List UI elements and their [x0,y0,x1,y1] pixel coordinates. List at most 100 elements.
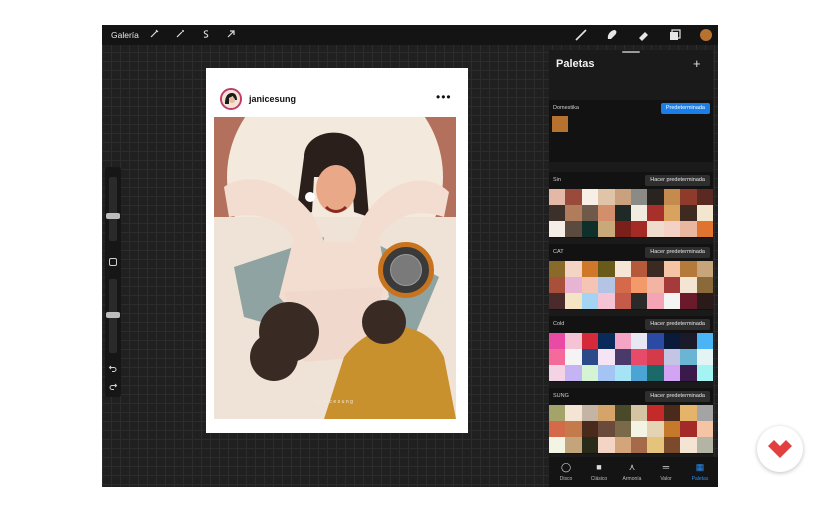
color-swatch[interactable] [549,421,566,437]
color-swatch[interactable] [614,205,631,221]
color-swatch[interactable] [663,205,681,221]
color-swatch[interactable] [581,189,599,205]
color-swatch[interactable] [696,277,713,293]
selection-icon[interactable] [200,29,212,41]
color-swatch[interactable] [614,221,631,237]
color-swatch[interactable] [614,293,631,309]
color-swatch[interactable] [565,405,582,421]
color-swatch[interactable] [647,421,664,437]
make-default-button[interactable]: Hacer predeterminada [645,175,710,186]
color-swatch[interactable] [630,421,648,437]
color-swatch[interactable] [581,277,599,293]
color-picker-inner[interactable] [390,254,422,286]
wrench-icon[interactable] [148,29,160,41]
palette-card[interactable]: SUNG Hacer predeterminada [549,388,713,454]
color-swatch[interactable] [663,261,681,277]
color-swatch[interactable] [647,365,664,381]
color-swatch[interactable] [647,221,664,237]
color-swatch[interactable] [565,421,582,437]
color-swatch[interactable] [581,293,599,309]
color-swatch[interactable] [630,437,648,453]
color-swatch[interactable] [549,293,566,309]
color-swatch[interactable] [581,365,599,381]
color-swatch[interactable] [614,333,631,349]
color-swatch[interactable] [663,277,681,293]
color-swatch[interactable] [647,437,664,453]
color-swatch[interactable] [549,349,566,365]
color-swatch[interactable] [647,205,664,221]
color-swatch[interactable] [680,205,697,221]
color-swatch[interactable] [663,349,681,365]
undo-icon[interactable] [108,363,118,373]
panel-grabber[interactable] [622,51,640,53]
color-swatch[interactable] [565,333,582,349]
color-swatch[interactable] [614,437,631,453]
color-swatch[interactable] [696,365,713,381]
color-swatch[interactable] [680,333,697,349]
color-swatch[interactable] [581,221,599,237]
color-swatch[interactable] [549,205,566,221]
color-swatch[interactable] [696,405,713,421]
color-swatch[interactable] [552,116,569,132]
color-swatch[interactable] [581,333,599,349]
color-swatch[interactable] [696,437,713,453]
smudge-icon[interactable] [605,28,619,42]
color-swatch[interactable] [647,277,664,293]
color-swatch[interactable] [565,365,582,381]
color-swatch[interactable] [549,437,566,453]
redo-icon[interactable] [108,381,118,391]
tab-clasico[interactable]: ■ Clásico [584,461,614,482]
color-swatch[interactable] [614,261,631,277]
tab-disco[interactable]: ◯ Disco [551,461,581,482]
eraser-icon[interactable] [637,28,651,42]
color-swatch[interactable] [630,365,648,381]
color-swatch[interactable] [598,365,615,381]
color-swatch[interactable] [598,437,615,453]
palette-card[interactable]: CAT Hacer predeterminada [549,244,713,310]
color-swatch[interactable] [549,277,566,293]
gallery-button[interactable]: Galería [111,30,139,40]
color-swatch[interactable] [549,261,566,277]
color-swatch[interactable] [696,205,713,221]
color-swatch[interactable] [647,189,664,205]
color-swatch[interactable] [663,189,681,205]
color-swatch[interactable] [630,221,648,237]
color-swatch[interactable] [696,333,713,349]
color-swatch[interactable] [680,277,697,293]
color-swatch[interactable] [565,293,582,309]
color-swatch[interactable] [680,437,697,453]
color-swatch[interactable] [598,221,615,237]
color-swatch[interactable] [614,189,631,205]
color-swatch[interactable] [565,205,582,221]
color-swatch[interactable] [598,421,615,437]
color-swatch[interactable] [614,277,631,293]
tab-valor[interactable]: ═ Valor [651,461,681,482]
add-palette-button[interactable]: + [693,56,701,71]
color-swatch[interactable] [680,421,697,437]
color-swatch[interactable] [581,205,599,221]
color-swatch[interactable] [647,333,664,349]
opacity-handle[interactable] [106,312,120,318]
color-swatch[interactable] [663,421,681,437]
color-swatch[interactable] [696,349,713,365]
color-picker-disc[interactable] [378,242,434,298]
color-swatch[interactable] [647,293,664,309]
color-swatch[interactable] [549,333,566,349]
color-swatch[interactable] [614,405,631,421]
color-swatch[interactable] [565,437,582,453]
color-swatch[interactable] [696,189,713,205]
color-swatch[interactable] [663,221,681,237]
more-options-button[interactable]: ••• [436,90,452,104]
color-swatch[interactable] [647,405,664,421]
color-swatch[interactable] [663,405,681,421]
color-swatch[interactable] [680,349,697,365]
color-swatch[interactable] [630,189,648,205]
color-swatch[interactable] [565,189,582,205]
color-swatch[interactable] [598,405,615,421]
color-swatch[interactable] [630,261,648,277]
color-swatch[interactable] [663,333,681,349]
color-swatch[interactable] [630,333,648,349]
color-swatch[interactable] [647,261,664,277]
layers-icon[interactable] [668,28,682,42]
color-swatch[interactable] [549,365,566,381]
